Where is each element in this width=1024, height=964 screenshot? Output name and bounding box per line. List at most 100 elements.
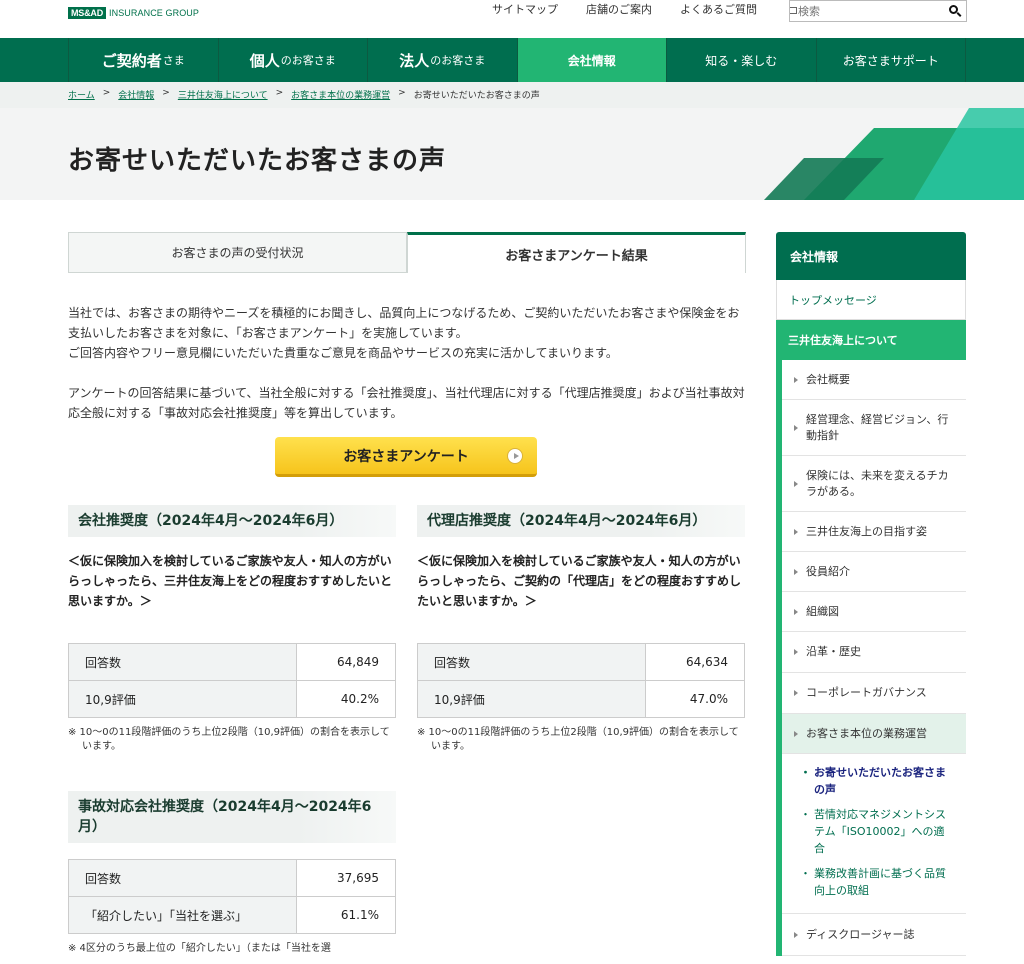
row-label: 「紹介したい」「当社を選ぶ」: [68, 896, 297, 934]
sidebar-item-vision[interactable]: 三井住友海上の目指す姿: [782, 512, 966, 552]
survey-button-label: お客さまアンケート: [343, 448, 469, 465]
agency-recommendation-block: 代理店推奨度（2024年4月～2024年6月） ＜仮に保険加入を検討しているご家…: [417, 505, 745, 754]
table-row: 回答数 37,695: [68, 859, 396, 897]
tab-survey-results[interactable]: お客さまアンケート結果: [407, 232, 746, 273]
store-info-link[interactable]: 店舗のご案内: [586, 1, 652, 17]
breadcrumb-separator: >: [275, 88, 284, 98]
intro-paragraph-1: 当社では、お客さまの期待やニーズを積極的にお聞きし、品質向上につなげるため、ご契…: [68, 303, 748, 363]
breadcrumb-about[interactable]: 三井住友海上について: [178, 88, 268, 101]
stat-table: 回答数 64,634 10,9評価 47.0%: [417, 643, 745, 718]
search-icon[interactable]: [949, 5, 958, 14]
gnav-label: ご契約者: [101, 51, 162, 70]
sidebar: 会社情報 トップメッセージ 三井住友海上について 会社概要 経営理念、経営ビジョ…: [776, 232, 966, 956]
sidebar-title[interactable]: 会社情報: [776, 232, 966, 280]
row-value: 40.2%: [296, 680, 396, 718]
gnav-customer-support[interactable]: お客さまサポート: [817, 38, 966, 82]
row-value: 37,695: [296, 859, 396, 897]
gnav-suffix: のお客さま: [280, 54, 336, 67]
logo-mark: MS&AD: [68, 7, 106, 19]
breadcrumb-company-info[interactable]: 会社情報: [118, 88, 154, 101]
intro-text-1b: ご回答内容やフリー意見欄にいただいた貴重なご意見を商品やサービスの充実に活かして…: [68, 346, 618, 360]
row-label: 回答数: [417, 643, 646, 681]
gnav-suffix: のお客さま: [430, 54, 486, 67]
gnav-policyholders[interactable]: ご契約者 さま: [68, 38, 219, 82]
breadcrumb-separator: >: [398, 88, 406, 98]
row-value: 47.0%: [645, 680, 745, 718]
breadcrumb-current: お寄せいただいたお客さまの声: [413, 91, 540, 101]
footnote: ※ 4区分のうち最上位の「紹介したい」（または「当社を選: [68, 943, 331, 954]
row-value: 64,634: [645, 643, 745, 681]
sidebar-item-org-chart[interactable]: 組織図: [782, 592, 966, 632]
sitemap-link[interactable]: サイトマップ: [492, 1, 558, 17]
gnav-individual[interactable]: 個人 のお客さま: [219, 38, 368, 82]
accident-recommendation-block: 事故対応会社推奨度（2024年4月～2024年6月） 回答数 37,695 「紹介…: [68, 791, 396, 956]
intro-paragraph-2: アンケートの回答結果に基づいて、当社全般に対する「会社推奨度」、当社代理店に対す…: [68, 386, 745, 420]
hero-decoration: [764, 108, 1024, 200]
intro-text: 当社では、お客さまの期待やニーズを積極的にお聞きし、品質向上につなげるため、ご契…: [68, 303, 748, 443]
sidebar-sub-list: お寄せいただいたお客さまの声 苦情対応マネジメントシステム「ISO10002」へ…: [782, 754, 966, 914]
sidebar-list: 会社概要 経営理念、経営ビジョン、行動指針 保険には、未来を変えるチカラがある。…: [776, 360, 966, 956]
gnav-label: 知る・楽しむ: [705, 53, 778, 68]
row-label: 回答数: [68, 859, 297, 897]
tab-voice-status[interactable]: お客さまの声の受付状況: [68, 232, 407, 273]
sidebar-sub-quality[interactable]: 業務改善計画に基づく品質向上の取組: [782, 861, 966, 903]
breadcrumb-separator: >: [102, 88, 111, 98]
content-tabs: お客さまの声の受付状況 お客さまアンケート結果: [68, 232, 746, 273]
top-utility-bar: MS&AD INSURANCE GROUP サイトマップ 店舗のご案内 よくある…: [0, 0, 1024, 38]
row-label: 10,9評価: [417, 680, 646, 718]
sidebar-item-customer-first[interactable]: お客さま本位の業務運営: [782, 714, 966, 754]
row-label: 10,9評価: [68, 680, 297, 718]
sidebar-item-top-message[interactable]: トップメッセージ: [776, 280, 966, 320]
sidebar-item-history[interactable]: 沿革・歴史: [782, 632, 966, 673]
global-nav: ご契約者 さま 個人 のお客さま 法人 のお客さま 会社情報 知る・楽しむ お客さまサ…: [0, 38, 1024, 82]
page-hero: お寄せいただいたお客さまの声: [0, 108, 1024, 200]
sidebar-item-disclosure[interactable]: ディスクロージャー誌: [782, 914, 966, 956]
gnav-corporate[interactable]: 法人 のお客さま: [368, 38, 518, 82]
footnote: ※ 10～0の11段階評価のうち上位2段階（10,9評価）の割合を表示しています…: [68, 727, 390, 752]
sidebar-item-philosophy[interactable]: 経営理念、経営ビジョン、行動指針: [782, 400, 966, 456]
search-box: [789, 0, 967, 22]
sidebar-sub-customer-voice[interactable]: お寄せいただいたお客さまの声: [782, 760, 966, 802]
row-label: 回答数: [68, 643, 297, 681]
gnav-label: 会社情報: [567, 53, 616, 68]
sidebar-item-officers[interactable]: 役員紹介: [782, 552, 966, 592]
company-recommendation-block: 会社推奨度（2024年4月～2024年6月） ＜仮に保険加入を検討しているご家族…: [68, 505, 396, 754]
company-logo[interactable]: MS&AD INSURANCE GROUP: [68, 6, 199, 20]
faq-link-label: よくあるご質問: [680, 3, 757, 16]
stat-table: 回答数 37,695 「紹介したい」「当社を選ぶ」 61.1%: [68, 859, 396, 934]
stat-table: 回答数 64,849 10,9評価 40.2%: [68, 643, 396, 718]
sidebar-sub-iso10002[interactable]: 苦情対応マネジメントシステム「ISO10002」への適合: [782, 802, 966, 861]
sidebar-item-overview[interactable]: 会社概要: [782, 360, 966, 400]
row-value: 61.1%: [296, 896, 396, 934]
breadcrumb-customer-first[interactable]: お客さま本位の業務運営: [291, 88, 390, 101]
logo-text: INSURANCE GROUP: [109, 8, 200, 18]
table-row: 回答数 64,849: [68, 643, 396, 681]
arrow-right-icon: [507, 448, 523, 464]
block-title: 代理店推奨度（2024年4月～2024年6月）: [417, 505, 745, 537]
breadcrumb-home[interactable]: ホーム: [68, 88, 95, 101]
gnav-suffix: さま: [162, 54, 185, 67]
table-row: 「紹介したい」「当社を選ぶ」 61.1%: [68, 896, 396, 934]
sidebar-section-about[interactable]: 三井住友海上について: [776, 320, 966, 360]
table-row: 10,9評価 40.2%: [68, 680, 396, 718]
footnote: ※ 10～0の11段階評価のうち上位2段階（10,9評価）の割合を表示しています…: [417, 727, 739, 752]
block-question: ＜仮に保険加入を検討しているご家族や友人・知人の方がいらっしゃったら、三井住友海…: [68, 554, 393, 608]
page-title: お寄せいただいたお客さまの声: [68, 146, 447, 176]
breadcrumb: ホーム > 会社情報 > 三井住友海上について > お客さま本位の業務運営 > お寄せい…: [0, 82, 1024, 108]
breadcrumb-separator: >: [162, 88, 170, 98]
block-title: 事故対応会社推奨度（2024年4月～2024年6月）: [68, 791, 396, 843]
block-question: ＜仮に保険加入を検討しているご家族や友人・知人の方がいらっしゃったら、ご契約の「…: [417, 554, 742, 608]
survey-button[interactable]: お客さまアンケート: [275, 437, 537, 477]
gnav-label: 個人: [249, 51, 280, 70]
row-value: 64,849: [296, 643, 396, 681]
search-input[interactable]: [790, 4, 940, 18]
intro-text-1a: 当社では、お客さまの期待やニーズを積極的にお聞きし、品質向上につなげるため、ご契…: [68, 306, 740, 340]
gnav-company-info[interactable]: 会社情報: [517, 38, 667, 82]
table-row: 10,9評価 47.0%: [417, 680, 745, 718]
table-row: 回答数 64,634: [417, 643, 745, 681]
gnav-learn-enjoy[interactable]: 知る・楽しむ: [667, 38, 817, 82]
sidebar-item-future[interactable]: 保険には、未来を変えるチカラがある。: [782, 456, 966, 512]
block-title: 会社推奨度（2024年4月～2024年6月）: [68, 505, 396, 537]
gnav-label: 法人: [399, 51, 430, 70]
sidebar-item-governance[interactable]: コーポレートガバナンス: [782, 673, 966, 714]
